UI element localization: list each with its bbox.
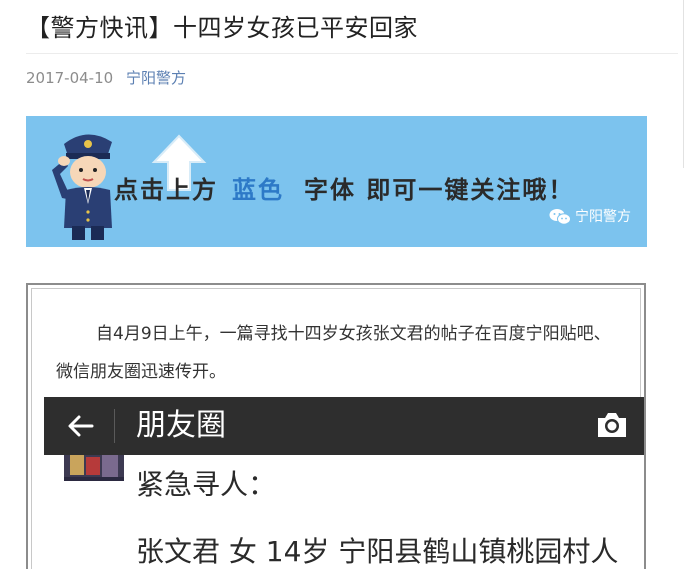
side-divider (683, 0, 684, 168)
follow-banner[interactable]: 点击上方 蓝色 字体 即可一键关注哦！ 宁阳警方 (26, 116, 647, 247)
moments-screenshot: 朋友圈 紧急寻人： 张文君 女 14岁 宁阳县鹤山镇桃园村人 (44, 397, 644, 569)
article-content-box: 自4月9日上午，一篇寻找十四岁女孩张文君的帖子在百度宁阳贴吧、微信朋友圈迅速传开… (26, 283, 646, 569)
missing-person-details: 张文君 女 14岁 宁阳县鹤山镇桃园村人 (136, 535, 619, 568)
back-arrow-icon (68, 415, 94, 437)
publish-date: 2017-04-10 (26, 69, 114, 87)
article-paragraph: 自4月9日上午，一篇寻找十四岁女孩张文君的帖子在百度宁阳贴吧、微信朋友圈迅速传开… (56, 324, 611, 382)
moments-title: 朋友圈 (136, 408, 226, 443)
urgent-notice-heading: 紧急寻人： (136, 468, 277, 501)
title-divider (26, 53, 678, 54)
watermark-label: 宁阳警方 (575, 209, 631, 225)
banner-follow-text: 点击上方 蓝色 字体 即可一键关注哦！ (114, 174, 574, 206)
camera-icon (598, 413, 626, 437)
banner-text-before: 点击上方 (114, 175, 218, 204)
account-link[interactable]: 宁阳警方 (126, 69, 186, 87)
banner-watermark: 宁阳警方 (549, 207, 631, 227)
wechat-icon (549, 209, 571, 225)
title-bar-divider (114, 409, 115, 443)
banner-text-blue: 蓝色 (232, 175, 284, 204)
article-title: 【警方快讯】十四岁女孩已平安回家 (26, 14, 418, 42)
moments-title-bar: 朋友圈 (44, 397, 644, 455)
poster-avatar (64, 455, 124, 481)
article-page: 【警方快讯】十四岁女孩已平安回家 2017-04-10 宁阳警方 点击上方 蓝色… (0, 0, 700, 569)
banner-text-after: 字体 即可一键关注哦！ (304, 175, 575, 204)
article-meta: 2017-04-10 宁阳警方 (26, 68, 186, 88)
